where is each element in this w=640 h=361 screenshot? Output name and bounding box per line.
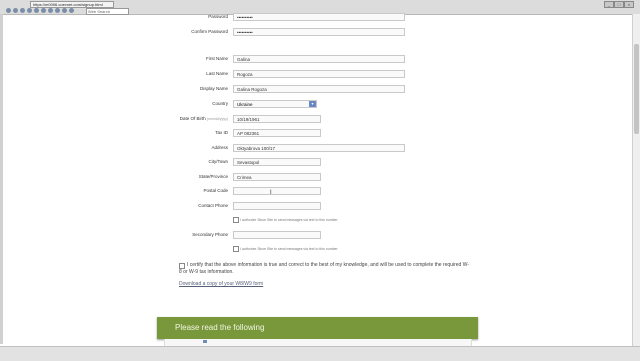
- left-frame: [0, 14, 3, 344]
- address-bar[interactable]: https://m0096.coevnet.com/signup.html: [30, 1, 114, 8]
- address-field[interactable]: Oktyabrova 100/17: [233, 144, 405, 152]
- contact-sms-note: I authorize Since Site to send messages …: [240, 218, 338, 222]
- last-name-field[interactable]: Rogoza: [233, 70, 405, 78]
- mail-icon[interactable]: [55, 8, 60, 13]
- bookmark-icon[interactable]: [34, 8, 39, 13]
- download-w8w9-link[interactable]: Download a copy of your W8/W9 form: [179, 281, 263, 287]
- dob-label-text: Date Of Birth: [179, 116, 206, 121]
- vertical-scrollbar[interactable]: [632, 14, 640, 346]
- read-following-banner: Please read the following: [157, 317, 478, 339]
- address-label: Address: [211, 145, 228, 150]
- secondary-sms-note: I authorize Since Site to send messages …: [240, 247, 338, 251]
- display-name-field[interactable]: Galina Rogoza: [233, 85, 405, 93]
- close-button[interactable]: ×: [624, 1, 634, 8]
- last-name-label: Last Name: [206, 71, 228, 76]
- panel-icon: [203, 340, 207, 343]
- reload-icon[interactable]: [20, 8, 25, 13]
- first-name-label: First Name: [205, 56, 228, 61]
- dob-label: Date Of Birth (mm/dd/yyyy): [168, 116, 228, 121]
- contact-phone-field[interactable]: [233, 202, 321, 210]
- back-icon[interactable]: [6, 8, 11, 13]
- contact-phone-label: Contact Phone: [198, 203, 228, 208]
- maximize-button[interactable]: □: [614, 1, 624, 8]
- secondary-phone-field[interactable]: [233, 231, 321, 239]
- tax-id-field[interactable]: AP 082361: [233, 129, 321, 137]
- dob-hint: (mm/dd/yyyy): [207, 117, 228, 121]
- country-value: Ukraine: [237, 102, 253, 107]
- home-icon[interactable]: [27, 8, 32, 13]
- first-name-field[interactable]: Galina: [233, 55, 405, 63]
- confirm-password-label: Confirm Password: [191, 29, 228, 34]
- secondary-sms-checkbox[interactable]: [233, 246, 239, 252]
- banner-title: Please read the following: [175, 323, 265, 332]
- password-label: Password: [208, 14, 228, 19]
- password-field[interactable]: ••••••••••: [233, 13, 405, 21]
- tax-id-label: Tax ID: [215, 130, 228, 135]
- dob-field[interactable]: 10/19/1961: [233, 115, 321, 123]
- extension-icon[interactable]: [69, 8, 74, 13]
- confirm-password-field[interactable]: ••••••••••: [233, 28, 405, 36]
- minimize-button[interactable]: _: [604, 1, 614, 8]
- certify-text: I certify that the above information is …: [179, 262, 469, 275]
- postal-field[interactable]: [233, 187, 321, 195]
- secondary-phone-label: Secondary Phone: [192, 232, 228, 237]
- state-field[interactable]: Crimea: [233, 173, 321, 181]
- scrollbar-thumb[interactable]: [634, 44, 639, 134]
- contact-sms-checkbox[interactable]: [233, 217, 239, 223]
- postal-label: Postal Code: [203, 188, 228, 193]
- state-label: State/Province: [198, 174, 228, 179]
- chevron-down-icon[interactable]: ▾: [309, 101, 316, 107]
- print-icon[interactable]: [48, 8, 53, 13]
- country-label: Country: [212, 101, 228, 106]
- city-field[interactable]: Sevastopol: [233, 158, 321, 166]
- history-icon[interactable]: [41, 8, 46, 13]
- city-label: City/Town: [208, 159, 228, 164]
- search-input[interactable]: Web Search: [86, 8, 129, 15]
- display-name-label: Display Name: [199, 86, 228, 91]
- country-select[interactable]: Ukraine ▾: [233, 100, 317, 108]
- settings-icon[interactable]: [62, 8, 67, 13]
- status-bar: [0, 346, 640, 361]
- forward-icon[interactable]: [13, 8, 18, 13]
- text-cursor: I: [270, 190, 272, 196]
